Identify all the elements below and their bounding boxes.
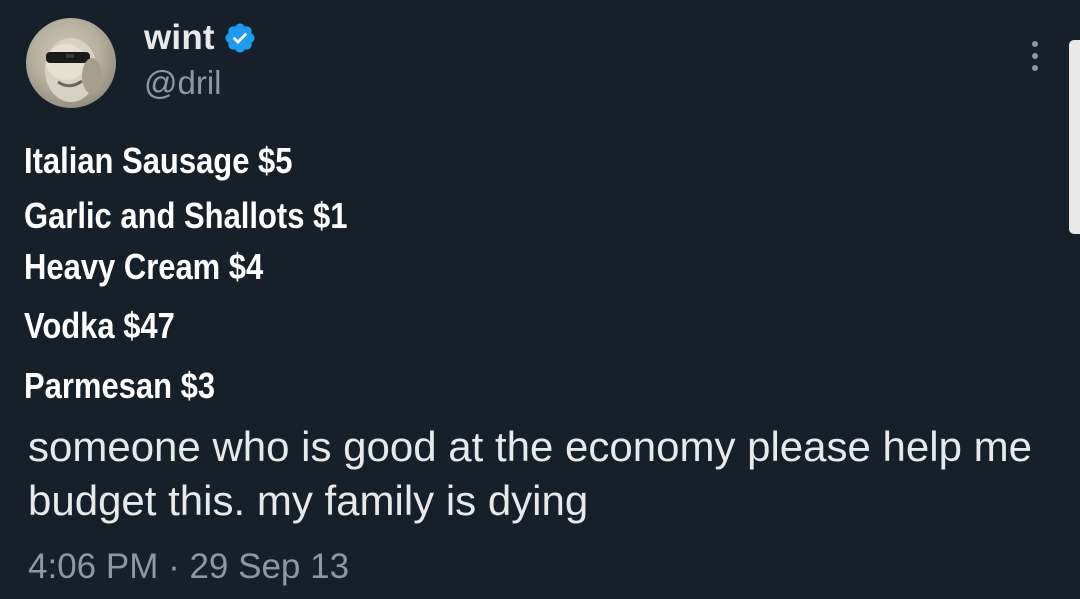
image-line: Vodka $47	[24, 305, 175, 346]
scrollbar[interactable]	[1069, 40, 1080, 234]
image-line: Italian Sausage $5	[24, 140, 293, 181]
image-line: Heavy Cream $4	[24, 246, 264, 287]
tweet-timestamp[interactable]: 4:06 PM · 29 Sep 13	[28, 547, 349, 587]
more-options-button[interactable]	[1020, 36, 1050, 76]
image-line: Parmesan $3	[24, 365, 216, 406]
image-line: Garlic and Shallots $1	[24, 195, 348, 236]
avatar-image	[45, 38, 102, 102]
verified-badge-icon	[223, 21, 257, 55]
author-handle[interactable]: @dril	[144, 64, 222, 102]
tweet-card: wint @dril Italian Sausage $5 Garlic and…	[0, 0, 1080, 599]
author-name-row: wint	[144, 14, 257, 62]
more-vertical-icon	[1032, 41, 1038, 47]
tweet-text: someone who is good at the economy pleas…	[28, 423, 1032, 524]
display-name[interactable]: wint	[144, 18, 215, 58]
avatar[interactable]	[26, 18, 116, 108]
